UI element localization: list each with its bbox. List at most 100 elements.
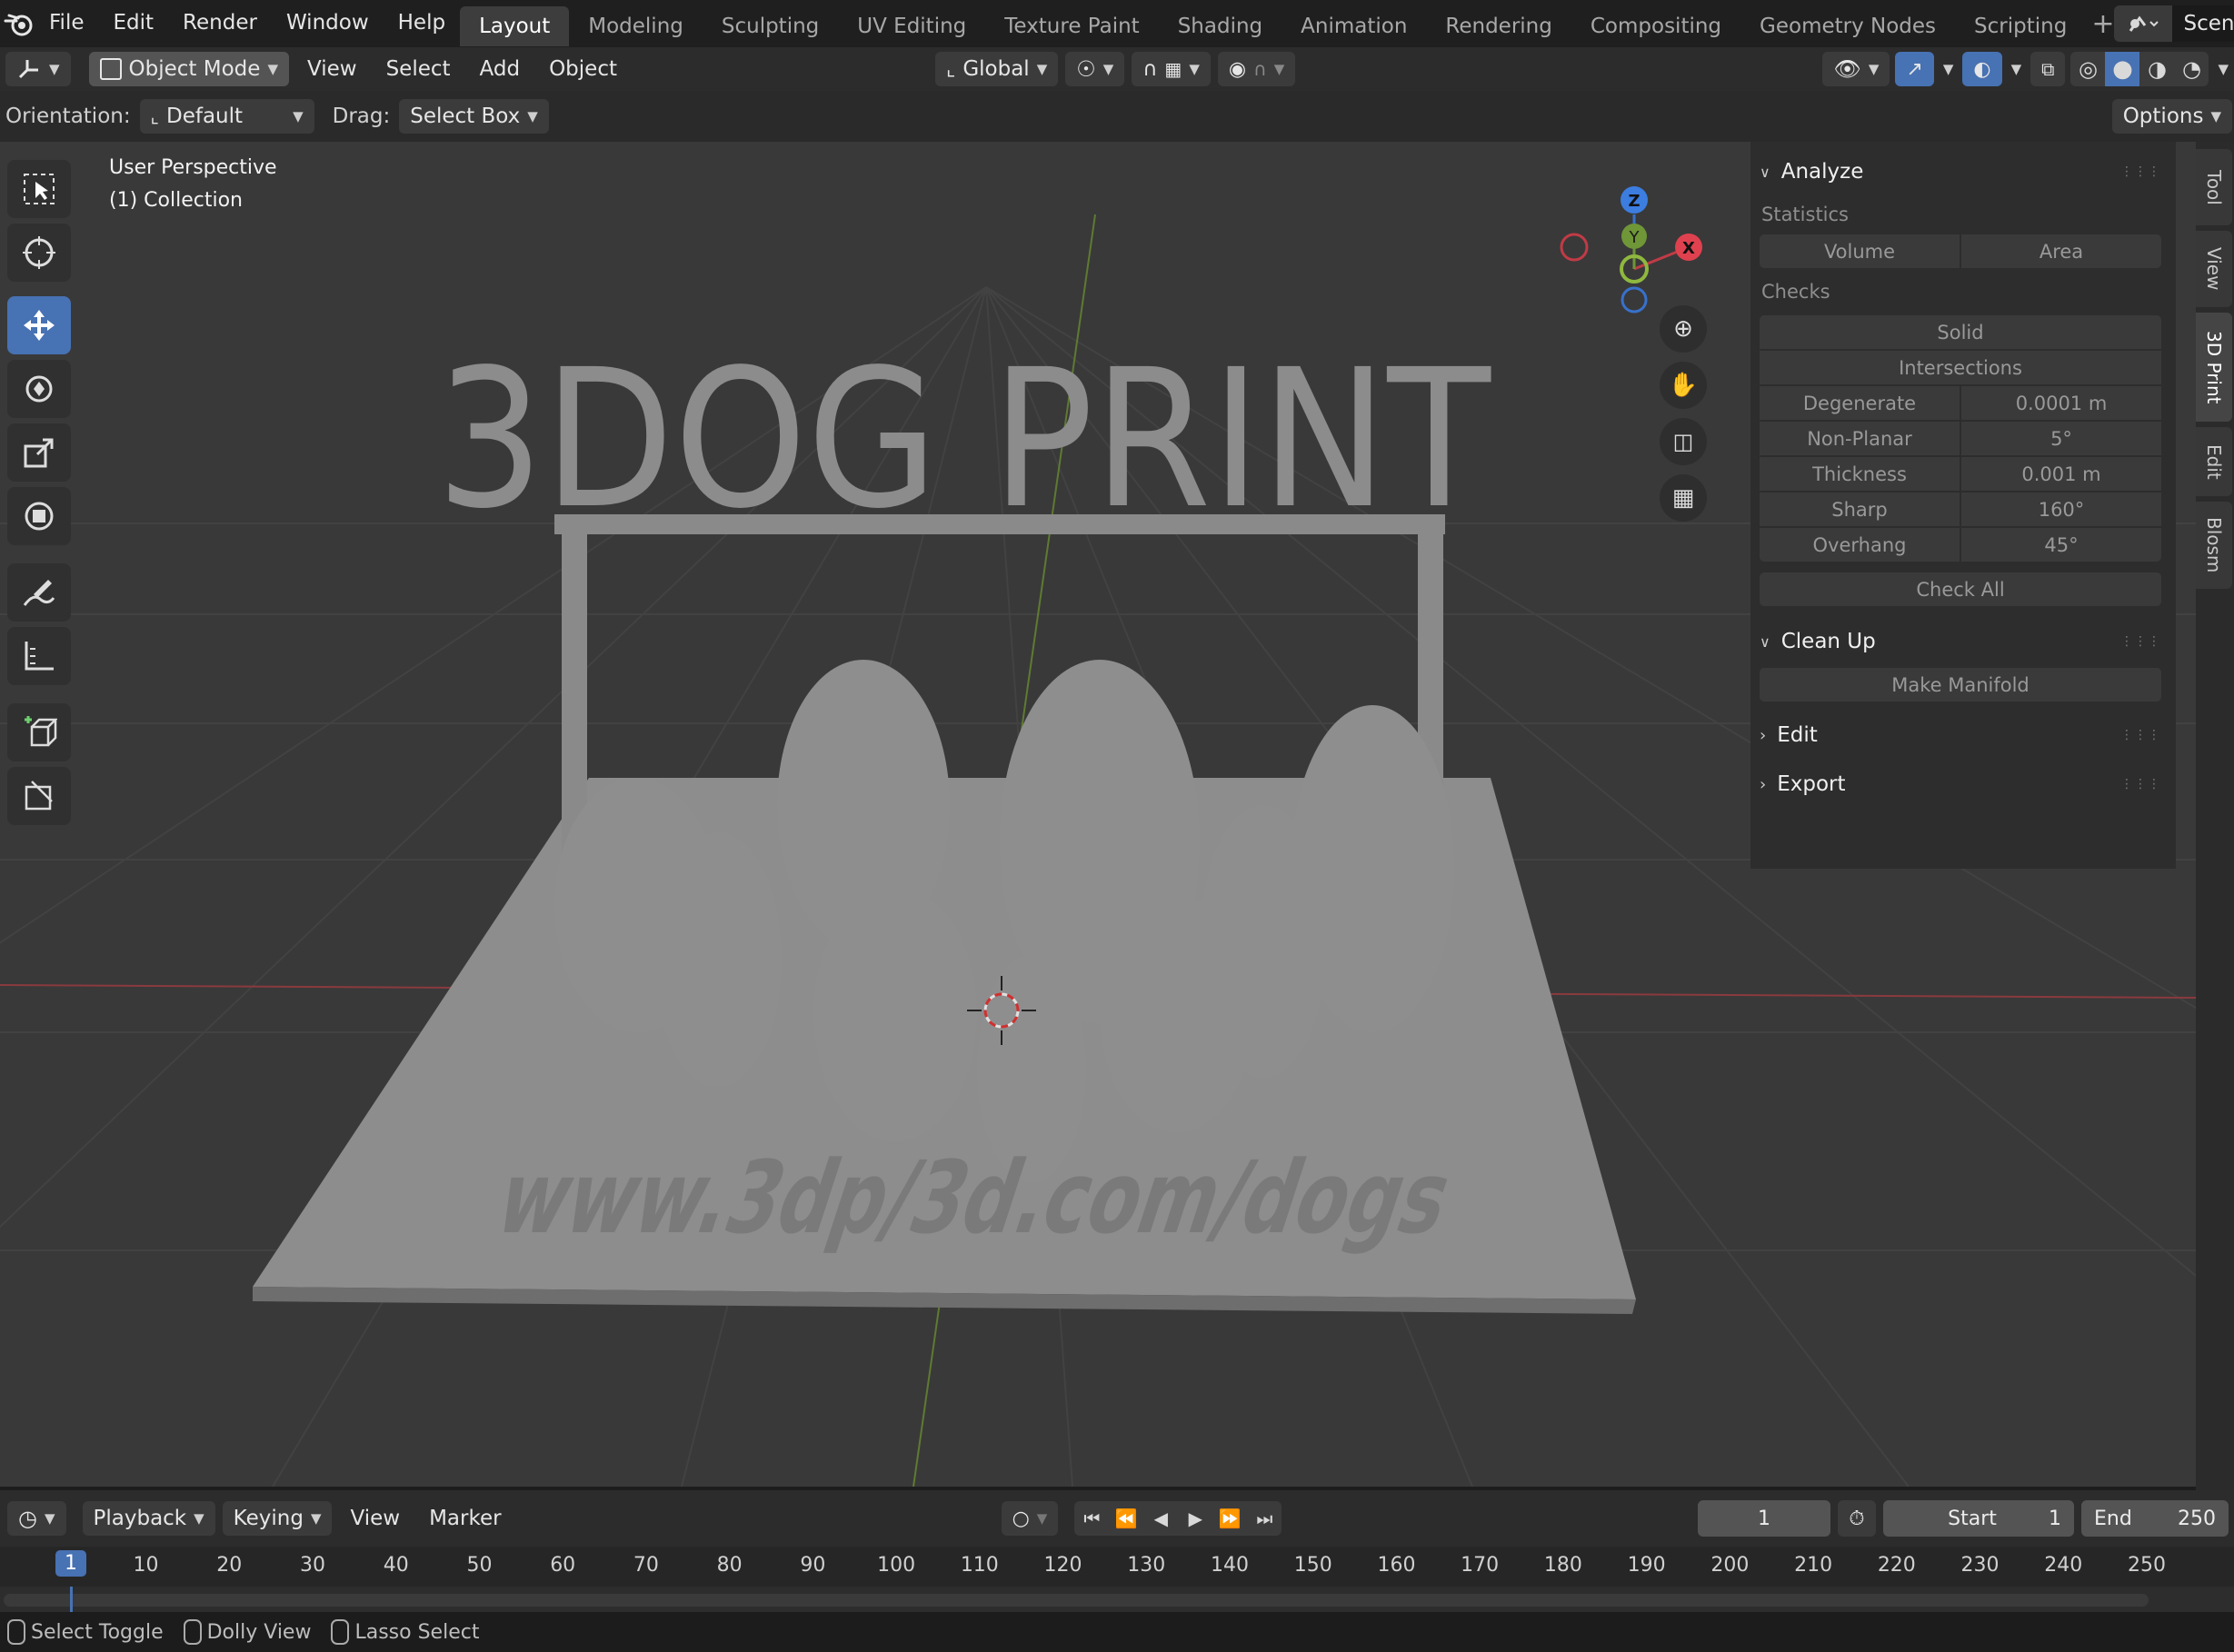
jump-start-icon[interactable]: ⏮ [1074,1508,1109,1529]
menu-file[interactable]: File [35,0,99,47]
menu-edit[interactable]: Edit [99,0,169,47]
make-manifold-button[interactable]: Make Manifold [1760,668,2161,702]
select-box-tool[interactable] [7,160,71,218]
volume-button[interactable]: Volume [1760,234,1960,268]
timeline-scrollbar[interactable] [4,1594,2149,1607]
visibility-dropdown[interactable]: 👁 ▼ [1822,52,1890,86]
header-menu-select[interactable]: Select [375,52,462,86]
gizmo-dropdown[interactable]: ▼ [1940,52,1958,86]
frame-end-field[interactable]: End 250 [2081,1500,2229,1537]
tab-modeling[interactable]: Modeling [569,6,703,46]
header-menu-add[interactable]: Add [469,52,532,86]
sidebar-tab-edit[interactable]: Edit [2196,427,2232,496]
blender-logo-icon[interactable] [4,0,35,47]
tab-geometry-nodes[interactable]: Geometry Nodes [1740,6,1955,46]
play-icon[interactable]: ▶ [1178,1508,1212,1529]
jump-end-icon[interactable]: ⏭ [1247,1508,1282,1529]
transform-tool[interactable] [7,487,71,545]
timeline-view-menu[interactable]: View [339,1501,411,1536]
editor-type-button[interactable]: ▼ [5,52,71,86]
options-dropdown[interactable]: Options ▼ [2111,99,2232,134]
next-keyframe-icon[interactable]: ⏩ [1212,1508,1247,1529]
material-shading-icon[interactable]: ◑ [2139,56,2174,82]
cursor-tool[interactable] [7,224,71,282]
shading-dropdown[interactable]: ▼ [2214,52,2232,86]
cage-tool[interactable] [7,767,71,825]
add-cube-tool[interactable] [7,703,71,761]
tab-shading[interactable]: Shading [1159,6,1282,46]
playback-menu[interactable]: Playback ▼ [82,1501,215,1536]
add-workspace-icon[interactable]: + [2091,8,2114,40]
proportional-editing-toggle[interactable]: ◉ ∩ ▼ [1217,52,1296,86]
drag-handle-icon[interactable]: ⋮⋮⋮ [2120,777,2161,791]
use-preview-range-toggle[interactable]: ⏱ [1838,1500,1876,1537]
tab-scripting[interactable]: Scripting [1955,6,2086,46]
scene-selector-icon[interactable] [2114,5,2173,42]
overhang-value-field[interactable]: 45° [1961,528,2161,562]
sidebar-tab-3d-print[interactable]: 3D Print [2196,313,2232,422]
navigation-gizmo[interactable]: Y Z X [1545,160,1709,323]
camera-icon[interactable]: ◫ [1660,418,1707,465]
transform-orientation-dropdown[interactable]: ⌞ Global ▼ [935,52,1059,86]
sharp-check-button[interactable]: Sharp [1760,493,1960,526]
degenerate-value-field[interactable]: 0.0001 m [1961,386,2161,420]
timeline-track[interactable] [0,1587,2234,1612]
pan-hand-icon[interactable]: ✋ [1660,362,1707,409]
perspective-grid-icon[interactable]: ▦ [1660,474,1707,522]
sidebar-tab-blosm[interactable]: Blosm [2196,502,2232,589]
zoom-icon[interactable]: ⊕ [1660,305,1707,353]
move-tool[interactable] [7,296,71,354]
wireframe-shading-icon[interactable]: ◎ [2070,56,2105,82]
header-menu-view[interactable]: View [296,52,368,86]
panel-cleanup-header[interactable]: ∨ Clean Up ⋮⋮⋮ [1750,619,2161,664]
menu-help[interactable]: Help [384,0,460,47]
keying-menu[interactable]: Keying ▼ [222,1501,333,1536]
intersections-check-button[interactable]: Intersections [1760,351,2161,384]
tab-animation[interactable]: Animation [1282,6,1426,46]
tab-compositing[interactable]: Compositing [1571,6,1740,46]
drag-handle-icon[interactable]: ⋮⋮⋮ [2120,164,2161,179]
menu-window[interactable]: Window [272,0,384,47]
drag-handle-icon[interactable]: ⋮⋮⋮ [2120,634,2161,649]
sidebar-tab-tool[interactable]: Tool [2196,149,2232,225]
play-reverse-icon[interactable]: ◀ [1143,1508,1178,1529]
scale-tool[interactable] [7,423,71,482]
frame-start-field[interactable]: Start 1 [1883,1500,2074,1537]
sharp-value-field[interactable]: 160° [1961,493,2161,526]
playhead-line[interactable] [70,1587,73,1612]
orientation-dropdown[interactable]: ⌞ Default ▼ [139,99,314,134]
solid-check-button[interactable]: Solid [1760,315,2161,349]
xray-toggle[interactable]: ⧉ [2030,52,2066,86]
panel-export-header[interactable]: › Export ⋮⋮⋮ [1750,761,2161,807]
current-frame-marker[interactable]: 1 [55,1550,86,1577]
header-menu-object[interactable]: Object [538,52,628,86]
pivot-point-dropdown[interactable]: ☉ ▼ [1065,52,1125,86]
rotate-tool[interactable] [7,360,71,418]
auto-keying-toggle[interactable]: ○ ▼ [1001,1501,1059,1536]
drag-dropdown[interactable]: Select Box ▼ [399,99,549,134]
tab-sculpting[interactable]: Sculpting [703,6,838,46]
thickness-value-field[interactable]: 0.001 m [1961,457,2161,491]
object-mode-dropdown[interactable]: Object Mode ▼ [88,52,289,86]
snap-toggle[interactable]: ∩ ▦ ▼ [1132,52,1211,86]
tab-uv-editing[interactable]: UV Editing [838,6,985,46]
tab-rendering[interactable]: Rendering [1426,6,1571,46]
nonplanar-value-field[interactable]: 5° [1961,422,2161,455]
timeline-editor-type-button[interactable]: ◷ ▼ [7,1501,66,1536]
nonplanar-check-button[interactable]: Non-Planar [1760,422,1960,455]
timeline-frame-ruler[interactable]: 1 10 20 30 40 50 60 70 80 90 100 110 120 130 140 150 160… [0,1547,2234,1587]
annotate-tool[interactable] [7,563,71,622]
thickness-check-button[interactable]: Thickness [1760,457,1960,491]
check-all-button[interactable]: Check All [1760,572,2161,606]
panel-analyze-header[interactable]: ∨ Analyze ⋮⋮⋮ [1750,149,2161,194]
area-button[interactable]: Area [1961,234,2161,268]
gizmo-toggle[interactable]: ↗ [1895,52,1934,86]
overlays-dropdown[interactable]: ▼ [2008,52,2026,86]
overlays-toggle[interactable]: ◐ [1962,52,2002,86]
rendered-shading-icon[interactable]: ◔ [2174,56,2209,82]
scene-name[interactable]: Scene [2172,5,2234,42]
drag-handle-icon[interactable]: ⋮⋮⋮ [2120,728,2161,742]
measure-tool[interactable] [7,627,71,685]
solid-shading-icon[interactable]: ● [2105,52,2140,86]
timeline-marker-menu[interactable]: Marker [418,1501,513,1536]
